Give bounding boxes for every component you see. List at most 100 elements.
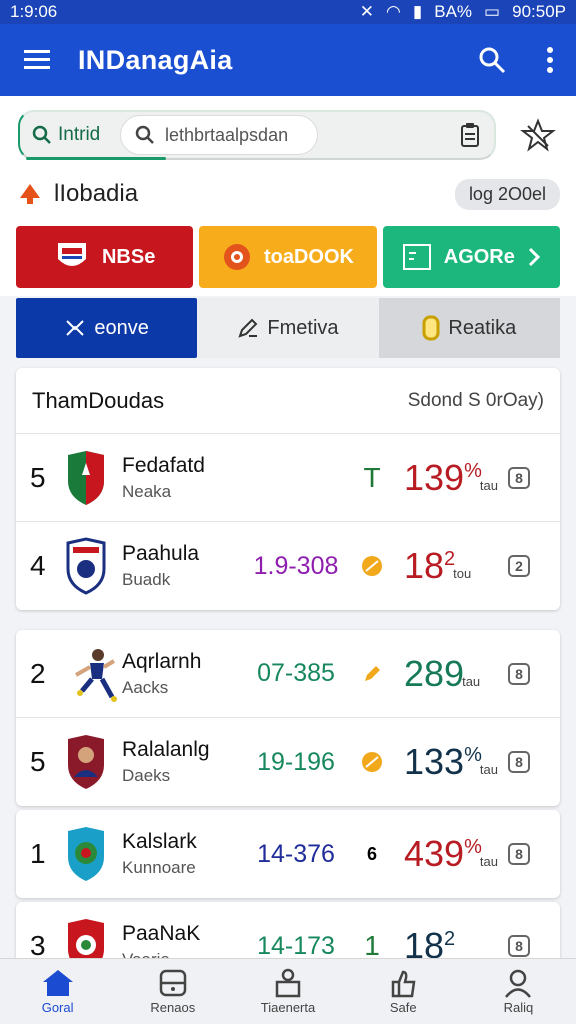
inbox-icon — [159, 969, 187, 997]
team-sub: Aacks — [122, 677, 169, 697]
category-button-agore[interactable]: AGORe — [382, 226, 560, 288]
team-sub: Neaka — [122, 481, 172, 501]
nav-label: Goral — [41, 1000, 74, 1015]
category-label: AGORe — [443, 245, 515, 268]
rank: 5 — [30, 461, 46, 493]
clipboard-icon[interactable] — [460, 122, 480, 148]
row-action-button[interactable]: 8 — [508, 935, 530, 957]
nav-item-home[interactable]: Goral — [0, 959, 115, 1024]
tab-label: eonve — [94, 316, 149, 339]
tab-reatika[interactable]: Reatika — [378, 298, 560, 358]
touch-icon — [275, 968, 301, 998]
app-title: INDanagAia — [78, 44, 233, 75]
nav-item-tiaenerta[interactable]: Tiaenerta — [230, 959, 345, 1024]
nav-item-profile[interactable]: Raliq — [461, 959, 576, 1024]
results-card: 1 Kalslark Kunnoare 14-376 6 439%tau 8 — [16, 810, 560, 898]
tab-fmetiva[interactable]: Fmetiva — [197, 298, 379, 358]
menu-icon[interactable] — [22, 48, 52, 72]
rank: 3 — [30, 930, 46, 958]
table-row[interactable]: 2 Aqrlarnh Aacks 07-385 289tau 8 — [16, 630, 560, 718]
search-icon[interactable] — [478, 46, 506, 74]
search-chip-label: Intrid — [58, 124, 101, 145]
row-action-button[interactable]: 8 — [508, 843, 530, 865]
battery-label: BA% — [434, 2, 473, 21]
score: 14-173 — [257, 931, 335, 959]
nav-item-renaos[interactable]: Renaos — [115, 959, 230, 1024]
tab-bar: eonve Fmetiva Reatika — [16, 298, 560, 358]
standings-card: ThamDoudas Sdond S 0rOay) 5 Fedafatd Nea… — [16, 368, 560, 610]
person-icon — [505, 969, 532, 998]
row-action-button[interactable]: 8 — [508, 751, 530, 773]
edit-icon — [238, 318, 258, 338]
ball-icon — [359, 553, 385, 579]
team-name: PaaNaK — [122, 922, 201, 945]
ball-icon — [359, 749, 385, 775]
card-title: ThamDoudas — [32, 387, 165, 413]
team-sub: Kunnoare — [122, 858, 196, 877]
like-icon — [391, 970, 416, 998]
more-vert-icon[interactable] — [546, 46, 554, 74]
rank: 5 — [30, 746, 46, 777]
tab-label: Reatika — [448, 316, 517, 339]
table-row[interactable]: 5 Ralalanlg Daeks 19-196 133%tau 8 — [16, 718, 560, 806]
percentage: 139%tau — [404, 456, 498, 498]
search-placeholder: lethbrtaalpsdan — [165, 124, 289, 145]
status-bar: 1:9:06 ✕ ◠ ▮ BA% ▭ 90:50P — [0, 0, 576, 24]
percentage: 439%tau — [404, 833, 498, 874]
team-crest-icon — [64, 825, 108, 883]
scoreboard-icon — [402, 244, 431, 270]
team-sub: Vaarie — [122, 950, 240, 958]
table-row[interactable]: 5 Fedafatd Neaka T 139%tau 8 — [16, 434, 560, 522]
rank: 1 — [30, 838, 46, 869]
nav-label: Raliq — [503, 1000, 534, 1015]
zero-badge-icon — [422, 315, 440, 341]
tab-label: Fmetiva — [267, 316, 339, 339]
score: 07-385 — [257, 659, 335, 687]
team-crest-icon — [64, 537, 108, 595]
table-row[interactable]: 1 Kalslark Kunnoare 14-376 6 439%tau 8 — [16, 810, 560, 898]
team-name: Aqrlarnh — [122, 649, 202, 673]
chevron-right-icon — [528, 247, 540, 267]
table-row[interactable]: 4 Paahula Buadk 1.9-308 182tou 2 — [16, 522, 560, 610]
bottom-nav: Goral Renaos Tiaenerta Safe Raliq — [0, 958, 576, 1024]
row-action-button[interactable]: 8 — [508, 662, 530, 685]
nav-label: Safe — [389, 1000, 417, 1015]
favorite-icon[interactable] — [520, 118, 556, 152]
team-name: Kalslark — [122, 830, 197, 853]
search-filter-chip[interactable]: Intrid — [20, 124, 120, 146]
signal-icon: ▮ — [412, 2, 423, 21]
team-name: Ralalanlg — [122, 738, 210, 761]
results-card: 2 Aqrlarnh Aacks 07-385 289tau 8 5 Ralal… — [16, 630, 560, 806]
mute-icon: ✕ — [359, 2, 375, 21]
search-input[interactable]: lethbrtaalpsdan — [120, 115, 318, 155]
status-clock: 90:50P — [512, 2, 566, 21]
category-button-book[interactable]: toaDOOK — [199, 226, 377, 288]
category-button-nbse[interactable]: NBSe — [16, 226, 194, 288]
score: 14-376 — [257, 839, 335, 868]
percentage: 289tau — [404, 652, 481, 694]
percentage: 182tou — [404, 545, 472, 586]
category-label: toaDOOK — [263, 245, 354, 268]
player-icon — [64, 645, 122, 703]
arrow-up-icon — [20, 184, 40, 204]
team-crest-icon — [64, 733, 108, 791]
tab-overview[interactable]: eonve — [16, 298, 198, 358]
date-pill[interactable]: log 2O0el — [454, 178, 560, 210]
rank: 2 — [30, 657, 46, 689]
team-name: Fedafatd — [122, 453, 205, 477]
row-action-button[interactable]: 8 — [508, 466, 530, 489]
nav-item-safe[interactable]: Safe — [346, 959, 461, 1024]
results-card: 3 PaaNaK Vaarie 14-173 1 182 8 — [16, 902, 560, 958]
section-title: lIobadia — [54, 180, 139, 207]
wifi-icon: ◠ — [386, 2, 401, 21]
search-icon — [135, 125, 154, 144]
team-sub: Buadk — [122, 570, 171, 589]
score: 1.9-308 — [253, 551, 339, 580]
team-crest-icon — [64, 449, 108, 507]
section-header: lIobadia log 2O0el — [18, 176, 560, 212]
row-action-button[interactable]: 2 — [508, 555, 530, 577]
percentage: 182 — [404, 925, 456, 958]
card-header: ThamDoudas Sdond S 0rOay) — [16, 368, 560, 434]
search-underline — [26, 157, 166, 160]
table-row[interactable]: 3 PaaNaK Vaarie 14-173 1 182 8 — [16, 902, 560, 958]
